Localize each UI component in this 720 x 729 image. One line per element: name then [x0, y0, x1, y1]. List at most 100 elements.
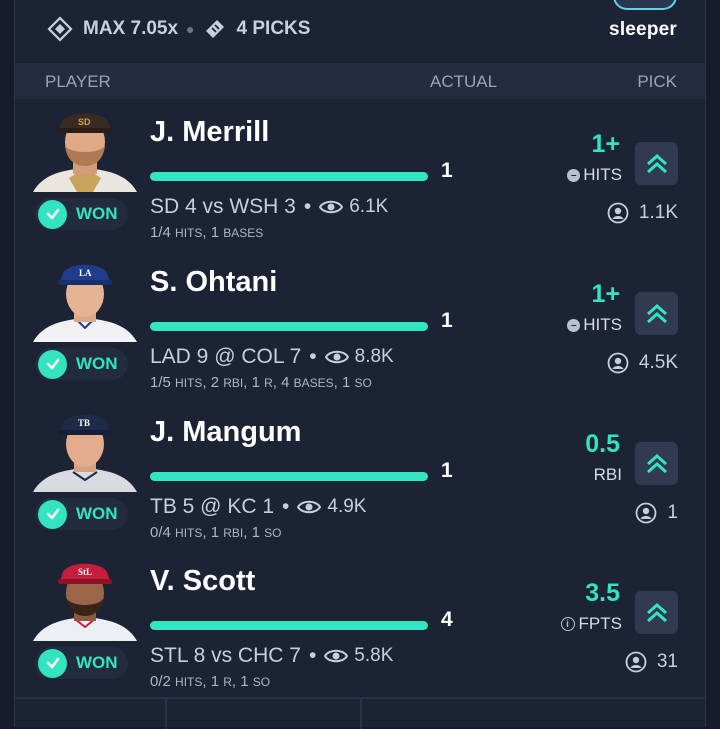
more-pick-button[interactable]: [635, 292, 678, 335]
player-name[interactable]: S. Ohtani: [150, 266, 277, 299]
double-chevron-up-icon: [646, 153, 667, 173]
more-pick-button[interactable]: [635, 591, 678, 634]
actual-value: 1: [441, 459, 453, 482]
eye-icon: [324, 649, 349, 663]
pick-stat-label: HITS: [583, 165, 622, 184]
eye-icon: [319, 200, 344, 214]
view-count: 6.1K: [349, 196, 389, 217]
player-name[interactable]: V. Scott: [150, 565, 255, 598]
player-avatar: SD: [33, 108, 137, 192]
pick-users: 1.1K: [607, 202, 678, 224]
divider: [165, 699, 167, 729]
svg-text:LA: LA: [79, 268, 92, 278]
player-name[interactable]: J. Merrill: [150, 116, 269, 149]
pick-users: 31: [625, 651, 678, 673]
player-avatar: LA: [33, 258, 137, 342]
view-count: 5.8K: [354, 645, 394, 666]
pick-stat: RBI: [594, 465, 622, 485]
brand-name: sleeper: [609, 19, 677, 40]
footer-bar: [15, 697, 705, 729]
check-icon: [38, 199, 67, 229]
pick-row[interactable]: TB WON J. Mangum 1 TB 5 @ KC 1 • 4.9K 0/…: [15, 402, 705, 552]
view-count: 8.8K: [354, 346, 394, 367]
dodgers-cap-icon: LA: [33, 264, 137, 342]
check-icon: [38, 349, 67, 379]
progress-bar: [150, 172, 428, 181]
pick-user-count: 31: [656, 651, 678, 672]
multiplier-summary: MAX 7.05x ● 4 PICKS: [47, 16, 310, 42]
progress-bar: [150, 472, 428, 481]
double-chevron-up-icon: [646, 602, 667, 622]
pick-stat: – HITS: [567, 315, 622, 335]
pick-stat-label: HITS: [583, 315, 622, 334]
pick-row[interactable]: SD WON J. Merrill 1 SD 4 vs WSH 3 • 6.1K…: [15, 102, 705, 252]
pick-user-count: 1: [667, 502, 678, 523]
pick-row[interactable]: LA WON S. Ohtani 1 LAD 9 @ COL 7 • 8.8K …: [15, 252, 705, 402]
actual-value: 1: [441, 159, 453, 182]
pick-user-count: 4.5K: [638, 352, 678, 373]
game-score: SD 4 vs WSH 3: [150, 195, 296, 218]
sleeper-logo-icon: [613, 0, 677, 10]
pick-users: 4.5K: [607, 352, 678, 374]
separator-dot: ●: [186, 21, 195, 37]
double-chevron-up-icon: [646, 453, 667, 473]
progress-bar: [150, 322, 428, 331]
svg-text:StL: StL: [78, 567, 92, 577]
pick-value: 1+: [591, 280, 620, 308]
won-badge: WON: [35, 198, 128, 230]
game-line: TB 5 @ KC 1 • 4.9K: [150, 495, 366, 519]
check-icon: [38, 648, 67, 678]
divider: [360, 699, 362, 729]
max-multiplier: MAX 7.05x: [83, 18, 179, 39]
eye-icon: [324, 350, 349, 364]
header-player: PLAYER: [45, 72, 111, 91]
user-icon: [636, 502, 657, 524]
actual-value: 4: [441, 608, 453, 631]
top-bar: MAX 7.05x ● 4 PICKS sleeper: [15, 0, 705, 60]
more-pick-button[interactable]: [635, 442, 678, 485]
player-avatar: StL: [33, 557, 137, 641]
user-icon: [607, 202, 629, 224]
header-actual: ACTUAL: [430, 72, 498, 91]
separator-dot: •: [309, 345, 317, 368]
pick-value: 1+: [591, 130, 620, 158]
game-line: STL 8 vs CHC 7 • 5.8K: [150, 644, 393, 668]
info-icon[interactable]: –: [567, 168, 581, 182]
cardinals-cap-icon: StL: [33, 563, 137, 641]
won-label: WON: [76, 504, 118, 523]
won-label: WON: [76, 653, 118, 672]
view-count: 4.9K: [327, 496, 367, 517]
info-icon[interactable]: i: [560, 617, 575, 631]
pick-value: 3.5: [585, 579, 620, 607]
game-score: STL 8 vs CHC 7: [150, 644, 301, 667]
svg-text:SD: SD: [78, 117, 91, 127]
diamond-icon: [47, 16, 73, 42]
stat-line: 1/4 HITS, 1 BASES: [150, 224, 264, 241]
player-name[interactable]: J. Mangum: [150, 416, 301, 449]
pick-users: 1: [635, 502, 678, 524]
pick-value: 0.5: [585, 430, 620, 458]
header-pick: PICK: [637, 72, 677, 91]
game-line: SD 4 vs WSH 3 • 6.1K: [150, 195, 388, 219]
won-badge: WON: [35, 498, 128, 530]
separator-dot: •: [282, 495, 290, 518]
separator-dot: •: [303, 195, 312, 218]
pick-user-count: 1.1K: [638, 202, 678, 223]
more-pick-button[interactable]: [635, 142, 678, 185]
eye-icon: [297, 500, 322, 514]
separator-dot: •: [308, 644, 317, 667]
pick-row[interactable]: StL WON V. Scott 4 STL 8 vs CHC 7 • 5.8K…: [15, 551, 705, 701]
info-icon[interactable]: –: [567, 318, 581, 332]
won-label: WON: [76, 354, 118, 373]
stat-line: 1/5 HITS, 2 RBI, 1 R, 4 BASES, 1 SO: [150, 374, 372, 391]
game-line: LAD 9 @ COL 7 • 8.8K: [150, 345, 394, 369]
actual-value: 1: [441, 309, 453, 332]
player-avatar: TB: [33, 408, 137, 492]
game-score: TB 5 @ KC 1: [150, 495, 275, 518]
won-label: WON: [76, 204, 118, 223]
won-badge: WON: [35, 348, 128, 380]
picks-count: 4 PICKS: [236, 18, 311, 39]
pick-stat: – HITS: [567, 165, 622, 185]
picks-panel: MAX 7.05x ● 4 PICKS sleeper PLAYER ACTUA…: [14, 0, 706, 729]
pick-stat: i FPTS: [560, 614, 622, 634]
